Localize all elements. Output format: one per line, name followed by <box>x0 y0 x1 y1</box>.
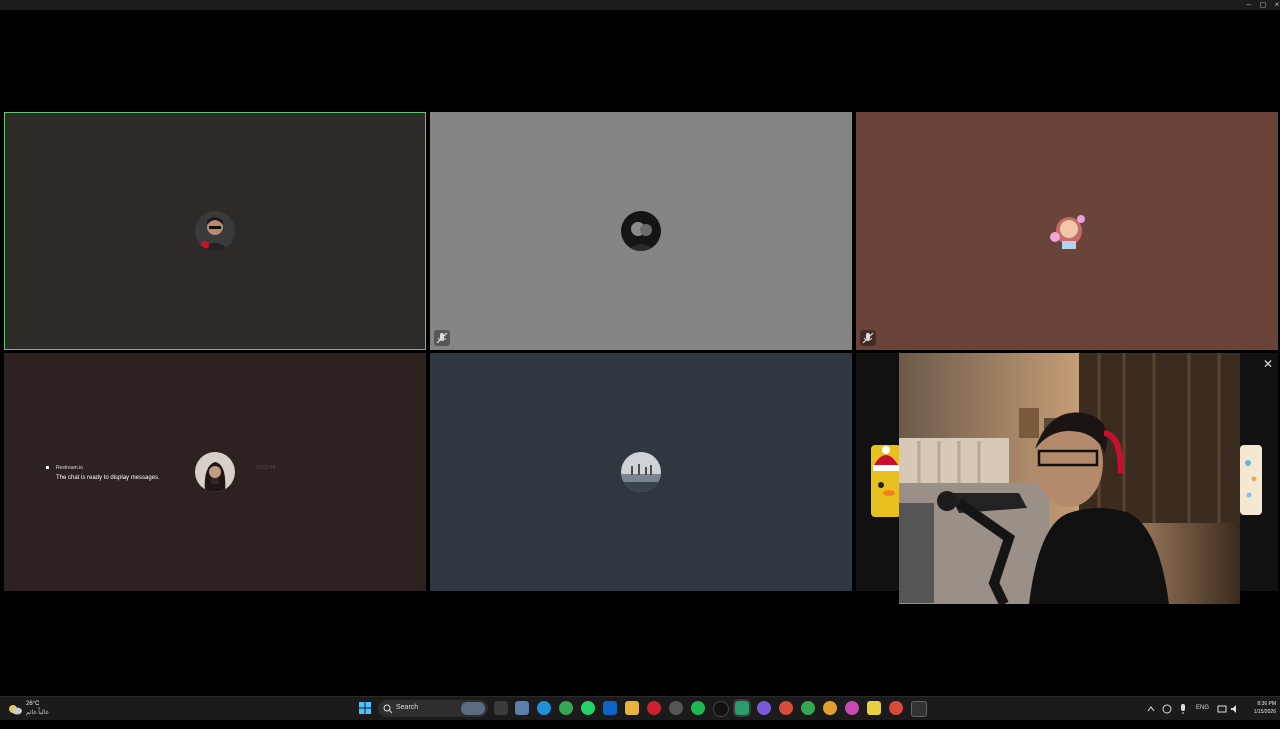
opera-icon[interactable] <box>647 701 661 715</box>
chrome-icon[interactable] <box>845 701 859 715</box>
weather-temp: 26°C <box>26 701 40 707</box>
spotify-icon[interactable] <box>691 701 705 715</box>
task-view-icon[interactable] <box>494 701 508 715</box>
linkedin-icon[interactable] <box>603 701 617 715</box>
chrome-icon[interactable] <box>559 701 573 715</box>
webcam-feed <box>899 353 1240 604</box>
clock-date: 1/15/2026 <box>1253 709 1276 715</box>
microphone-icon[interactable] <box>1178 703 1188 727</box>
windows-start-icon[interactable] <box>358 701 372 715</box>
file-explorer-icon[interactable] <box>625 701 639 715</box>
taskbar: 26°C غالباً غائم Search ENG 8:36 PM 1/15… <box>0 696 1280 720</box>
participant-tile-4[interactable]: Restream.io The chat is ready to display… <box>4 353 426 591</box>
maximize-button[interactable]: ◻ <box>1256 0 1270 10</box>
close-window-button[interactable]: × <box>1270 0 1280 10</box>
sticker-image <box>871 445 901 517</box>
chat-source: Restream.io <box>46 465 196 471</box>
search-label: Search <box>396 704 419 711</box>
meet-icon[interactable] <box>733 699 751 717</box>
chrome-icon[interactable] <box>889 701 903 715</box>
clock[interactable]: 8:36 PM 1/15/2026 <box>1244 700 1276 716</box>
app-icon[interactable] <box>911 701 927 717</box>
muted-mic-icon <box>860 330 876 346</box>
participant-tile-2[interactable] <box>430 112 852 350</box>
chat-timestamp: 20:53:48 <box>256 465 276 471</box>
chat-overlay: Restream.io The chat is ready to display… <box>46 465 196 481</box>
person-avatar <box>195 211 235 251</box>
language-indicator[interactable]: ENG <box>1196 705 1209 729</box>
muted-mic-icon <box>434 330 450 346</box>
app-icon[interactable] <box>669 701 683 715</box>
decorative-card <box>1240 445 1262 515</box>
close-icon[interactable]: ✕ <box>1261 357 1275 371</box>
chrome-icon[interactable] <box>823 701 837 715</box>
landscape-avatar <box>621 452 661 492</box>
sticker-avatar <box>1047 211 1087 251</box>
app-icon[interactable] <box>757 701 771 715</box>
search-icon <box>383 704 393 714</box>
chevron-up-icon[interactable] <box>1146 704 1156 728</box>
taskbar-search[interactable]: Search <box>378 700 488 717</box>
volume-icon[interactable] <box>1229 703 1241 727</box>
participant-tile-1[interactable] <box>4 112 426 350</box>
participant-tile-5[interactable] <box>430 353 852 591</box>
chat-message: The chat is ready to display messages. <box>56 475 160 481</box>
person-avatar <box>195 452 235 492</box>
clock-time: 8:36 PM <box>1257 701 1276 707</box>
person-avatar <box>621 211 661 251</box>
minimize-button[interactable]: – <box>1242 0 1256 10</box>
widgets-icon[interactable] <box>515 701 529 715</box>
chrome-icon[interactable] <box>779 701 793 715</box>
chrome-icon[interactable] <box>801 701 815 715</box>
edge-icon[interactable] <box>537 701 551 715</box>
sync-icon[interactable] <box>1161 703 1173 727</box>
search-highlight-icon <box>461 702 485 715</box>
participant-tile-3[interactable] <box>856 112 1278 350</box>
weather-condition: غالباً غائم <box>26 710 49 716</box>
network-icon[interactable] <box>1216 703 1228 727</box>
title-bar: – ◻ × <box>0 0 1280 10</box>
tiktok-icon[interactable] <box>713 701 729 717</box>
cloud-icon <box>9 705 22 715</box>
notes-icon[interactable] <box>867 701 881 715</box>
whatsapp-icon[interactable] <box>581 701 595 715</box>
